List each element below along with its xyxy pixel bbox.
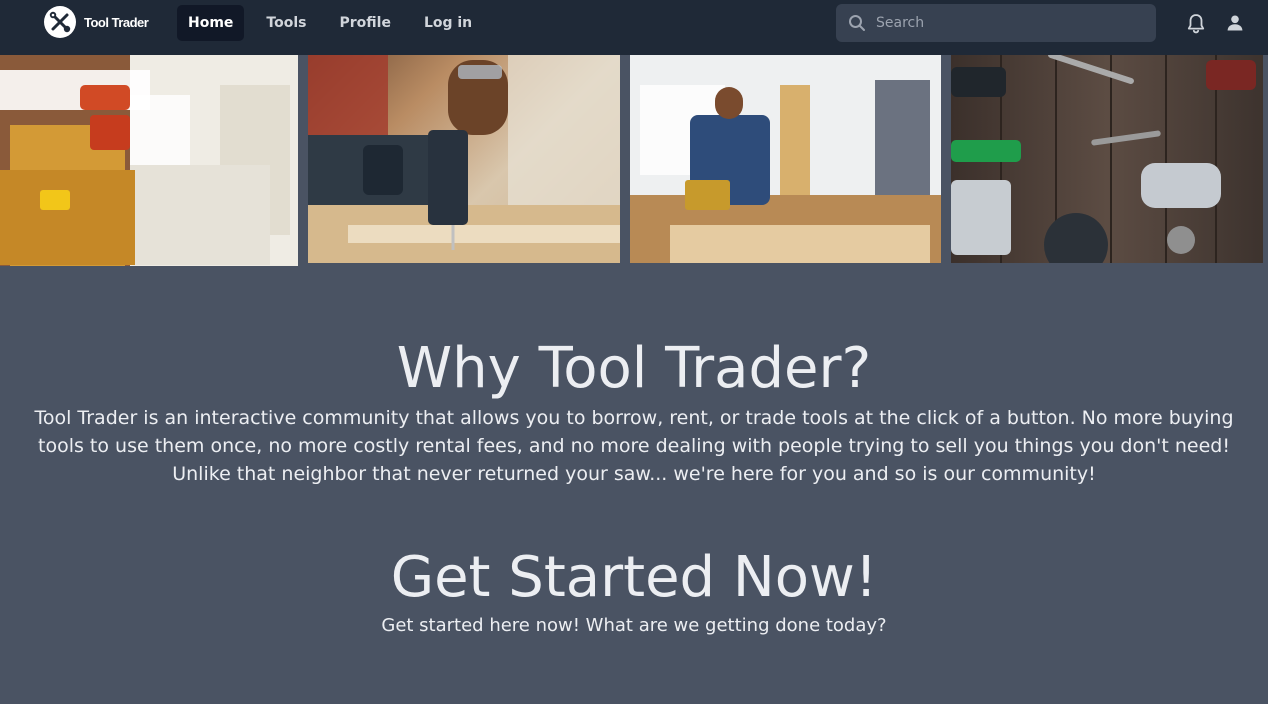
nav-profile[interactable]: Profile [328,5,401,41]
bell-icon[interactable] [1184,12,1208,40]
search-input[interactable] [874,14,1138,32]
nav-tools[interactable]: Tools [255,5,317,41]
nav-home[interactable]: Home [177,5,245,41]
why-description: Tool Trader is an interactive community … [34,407,1234,485]
brand-name: Tool Trader [84,14,149,30]
nav-login[interactable]: Log in [413,5,483,41]
why-title: Why Tool Trader? [396,336,872,401]
brand-logo[interactable]: Tool Trader [44,6,149,38]
user-icon[interactable] [1225,13,1245,37]
gallery-photo-worker [0,55,298,266]
search-icon [848,14,866,32]
search-box[interactable] [836,4,1156,42]
wrench-screwdriver-icon [44,6,76,38]
nav-links: Home Tools Profile Log in [177,5,494,41]
navbar: Tool Trader Home Tools Profile Log in [0,0,1268,55]
get-started-title: Get Started Now! [390,545,878,610]
gallery-photo-tools [951,55,1263,263]
gallery-photo-measuring [630,55,941,263]
photo-gallery [0,55,1268,267]
get-started-description: Get started here now! What are we gettin… [381,615,887,636]
gallery-photo-drilling [308,55,620,263]
